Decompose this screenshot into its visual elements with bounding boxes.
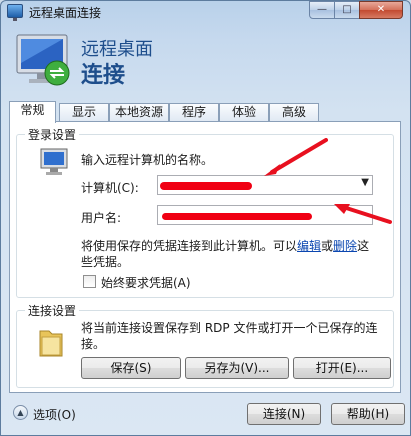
connection-desc-line1: 将当前连接设置保存到 RDP 文件或打开一个已保存的连 xyxy=(81,321,378,335)
open-button[interactable]: 打开(E)... xyxy=(293,357,391,379)
rdp-window: 远程桌面连接 — □ ✕ 远程桌面 连接 常规 显示 本地资源 程序 体验 高级… xyxy=(0,0,411,436)
credentials-info-line1: 将使用保存的凭据连接到此计算机。可以编辑或删除这 xyxy=(81,239,370,253)
tab-display[interactable]: 显示 xyxy=(59,103,109,122)
tab-programs[interactable]: 程序 xyxy=(169,103,219,122)
connection-settings-group: 连接设置 将当前连接设置保存到 RDP 文件或打开一个已保存的连 接。 保存(S… xyxy=(16,302,394,388)
computer-name-prompt: 输入远程计算机的名称。 xyxy=(81,153,214,167)
tab-advanced[interactable]: 高级 xyxy=(269,103,319,122)
computer-label: 计算机(C): xyxy=(81,181,139,195)
general-tab-panel: 登录设置 输入远程计算机的名称。 计算机(C): ▼ 用户名: 将使用保存的凭据… xyxy=(9,121,401,393)
chevron-up-icon[interactable]: ▲ xyxy=(13,405,28,420)
save-button[interactable]: 保存(S) xyxy=(81,357,181,379)
tab-experience[interactable]: 体验 xyxy=(219,103,269,122)
credentials-info-line2: 些凭据。 xyxy=(81,255,130,269)
maximize-button[interactable]: □ xyxy=(334,1,360,19)
tab-local-resources[interactable]: 本地资源 xyxy=(109,103,169,122)
username-label: 用户名: xyxy=(81,211,122,225)
remote-monitor-icon xyxy=(16,34,70,86)
title-bar: 远程桌面连接 — □ ✕ xyxy=(1,1,410,23)
always-ask-credentials-checkbox[interactable] xyxy=(83,275,96,288)
delete-credentials-link[interactable]: 删除 xyxy=(333,239,357,253)
red-annotation-arrow xyxy=(264,138,328,176)
options-toggle[interactable]: 选项(O) xyxy=(33,406,76,423)
minimize-button[interactable]: — xyxy=(309,1,335,19)
edit-credentials-link[interactable]: 编辑 xyxy=(297,239,321,253)
folder-icon xyxy=(39,330,63,357)
computer-icon xyxy=(40,148,68,175)
connection-settings-legend: 连接设置 xyxy=(25,302,80,319)
connection-desc-line2: 接。 xyxy=(81,337,106,351)
window-title: 远程桌面连接 xyxy=(29,6,102,20)
remote-desktop-app-icon xyxy=(7,4,23,21)
redaction-mark xyxy=(162,213,312,220)
always-ask-credentials-label[interactable]: 始终要求凭据(A) xyxy=(101,274,191,291)
computer-combobox[interactable]: ▼ xyxy=(157,175,373,195)
tab-general[interactable]: 常规 xyxy=(9,101,56,123)
help-button[interactable]: 帮助(H) xyxy=(331,403,405,425)
header-title-line2: 连接 xyxy=(81,63,126,88)
connect-button[interactable]: 连接(N) xyxy=(247,403,321,425)
header-banner: 远程桌面 连接 xyxy=(1,23,410,95)
save-as-button[interactable]: 另存为(V)... xyxy=(185,357,289,379)
login-settings-legend: 登录设置 xyxy=(25,126,80,143)
chevron-down-icon[interactable]: ▼ xyxy=(361,177,369,188)
close-button[interactable]: ✕ xyxy=(359,1,403,19)
red-annotation-arrow xyxy=(334,204,392,224)
tab-strip: 常规 显示 本地资源 程序 体验 高级 xyxy=(9,101,401,123)
redaction-mark xyxy=(160,182,252,190)
